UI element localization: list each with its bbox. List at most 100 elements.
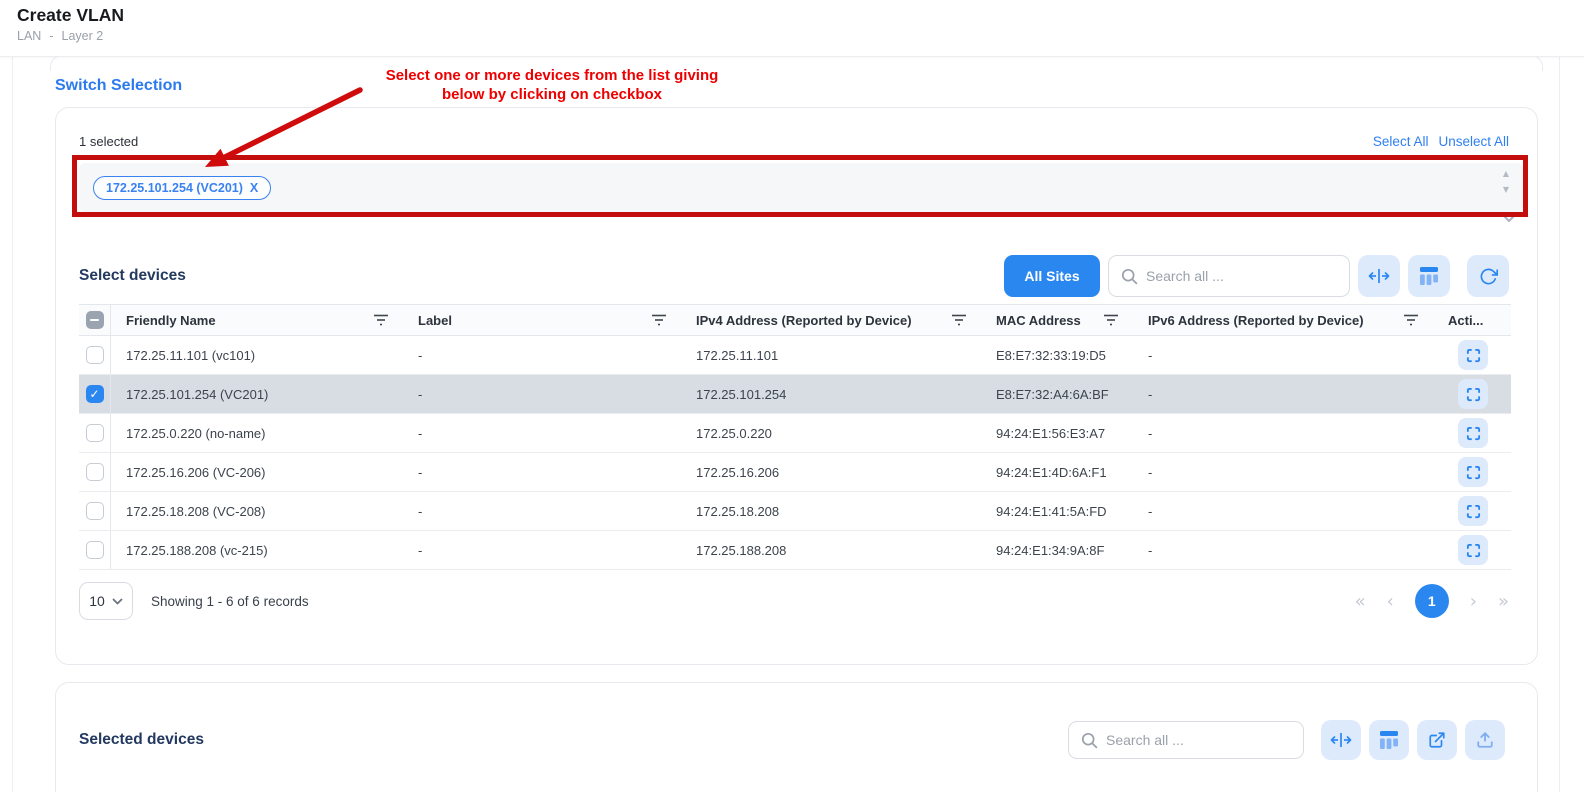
breadcrumb-item-lan[interactable]: LAN bbox=[17, 29, 41, 43]
table-row[interactable]: 172.25.18.208 (VC-208) - 172.25.18.208 9… bbox=[79, 492, 1511, 531]
chips-scroll-spinner[interactable]: ▲ ▼ bbox=[1503, 170, 1509, 194]
spinner-up-icon[interactable]: ▲ bbox=[1503, 170, 1509, 178]
selected-device-chip[interactable]: 172.25.101.254 (VC201) X bbox=[93, 176, 271, 200]
spinner-down-icon[interactable]: ▼ bbox=[1503, 186, 1509, 194]
label-cell: - bbox=[403, 504, 681, 519]
mac-cell: 94:24:E1:56:E3:A7 bbox=[981, 426, 1133, 441]
breadcrumb-separator: - bbox=[49, 29, 53, 43]
external-link-icon bbox=[1428, 731, 1446, 749]
resize-columns-button[interactable] bbox=[1358, 255, 1400, 297]
table-row[interactable]: 172.25.16.206 (VC-206) - 172.25.16.206 9… bbox=[79, 453, 1511, 492]
fullscreen-icon bbox=[1466, 465, 1481, 480]
ipv6-cell: - bbox=[1133, 465, 1433, 480]
columns-icon bbox=[1420, 267, 1438, 285]
annotation-text: Select one or more devices from the list… bbox=[322, 66, 782, 104]
current-page-badge[interactable]: 1 bbox=[1415, 584, 1449, 618]
all-sites-button[interactable]: All Sites bbox=[1004, 255, 1100, 297]
row-checkbox[interactable] bbox=[86, 346, 104, 364]
fullscreen-icon bbox=[1466, 348, 1481, 363]
resize-columns-icon bbox=[1368, 268, 1390, 284]
filter-icon[interactable] bbox=[1403, 313, 1419, 327]
column-header-mac[interactable]: MAC Address bbox=[981, 313, 1133, 328]
refresh-button[interactable] bbox=[1467, 255, 1509, 297]
search-icon bbox=[1121, 268, 1138, 285]
table-row[interactable]: ✓ 172.25.101.254 (VC201) - 172.25.101.25… bbox=[79, 375, 1511, 414]
filter-icon[interactable] bbox=[373, 313, 389, 327]
label-cell: - bbox=[403, 348, 681, 363]
fullscreen-icon bbox=[1466, 543, 1481, 558]
devices-table: Friendly Name Label IPv4 Address (Report… bbox=[79, 304, 1511, 570]
label-cell: - bbox=[403, 543, 681, 558]
filter-icon[interactable] bbox=[1103, 313, 1119, 327]
ipv6-cell: - bbox=[1133, 504, 1433, 519]
selected-devices-card: Selected devices bbox=[55, 682, 1538, 792]
row-checkbox[interactable] bbox=[86, 424, 104, 442]
chips-expand-chevron-icon[interactable] bbox=[1500, 212, 1518, 223]
friendly-name-cell: 172.25.18.208 (VC-208) bbox=[111, 504, 403, 519]
search-input[interactable] bbox=[1146, 268, 1337, 284]
table-row[interactable]: 172.25.0.220 (no-name) - 172.25.0.220 94… bbox=[79, 414, 1511, 453]
prev-page-button[interactable]: ‹ bbox=[1387, 591, 1394, 612]
expand-row-button[interactable] bbox=[1458, 496, 1488, 526]
table-header-row: Friendly Name Label IPv4 Address (Report… bbox=[79, 304, 1511, 336]
columns-settings-button[interactable] bbox=[1408, 255, 1450, 297]
expand-row-button[interactable] bbox=[1458, 418, 1488, 448]
ipv6-cell: - bbox=[1133, 348, 1433, 363]
ipv4-cell: 172.25.18.208 bbox=[681, 504, 981, 519]
friendly-name-cell: 172.25.11.101 (vc101) bbox=[111, 348, 403, 363]
column-header-ipv4[interactable]: IPv4 Address (Reported by Device) bbox=[681, 313, 981, 328]
expand-row-button[interactable] bbox=[1458, 535, 1488, 565]
last-page-button[interactable]: » bbox=[1498, 591, 1509, 612]
select-all-link[interactable]: Select All bbox=[1373, 134, 1429, 149]
switch-selection-heading: Switch Selection bbox=[55, 77, 182, 95]
mac-cell: 94:24:E1:41:5A:FD bbox=[981, 504, 1133, 519]
ipv6-cell: - bbox=[1133, 387, 1433, 402]
label-cell: - bbox=[403, 387, 681, 402]
fullscreen-icon bbox=[1466, 387, 1481, 402]
mac-cell: 94:24:E1:34:9A:8F bbox=[981, 543, 1133, 558]
row-checkbox[interactable] bbox=[86, 502, 104, 520]
mac-cell: 94:24:E1:4D:6A:F1 bbox=[981, 465, 1133, 480]
chip-label: 172.25.101.254 (VC201) bbox=[106, 181, 243, 195]
content-right-border bbox=[1559, 57, 1560, 792]
filter-icon[interactable] bbox=[651, 313, 667, 327]
device-search-box bbox=[1108, 255, 1350, 297]
expand-row-button[interactable] bbox=[1458, 340, 1488, 370]
row-checkbox[interactable] bbox=[86, 463, 104, 481]
label-cell: - bbox=[403, 465, 681, 480]
select-all-checkbox[interactable] bbox=[86, 311, 104, 329]
resize-columns-button[interactable] bbox=[1321, 720, 1361, 760]
first-page-button[interactable]: « bbox=[1355, 591, 1366, 612]
row-checkbox[interactable] bbox=[86, 541, 104, 559]
columns-icon bbox=[1380, 731, 1398, 749]
unselect-all-link[interactable]: Unselect All bbox=[1438, 134, 1509, 149]
open-external-button[interactable] bbox=[1417, 720, 1457, 760]
selected-count-label: 1 selected bbox=[79, 134, 138, 149]
chevron-down-icon bbox=[112, 598, 123, 605]
table-row[interactable]: 172.25.11.101 (vc101) - 172.25.11.101 E8… bbox=[79, 336, 1511, 375]
friendly-name-cell: 172.25.101.254 (VC201) bbox=[111, 387, 403, 402]
export-button[interactable] bbox=[1465, 720, 1505, 760]
ipv6-cell: - bbox=[1133, 543, 1433, 558]
switch-selection-card: 1 selected Select All Unselect All 172.2… bbox=[55, 107, 1538, 665]
ipv4-cell: 172.25.16.206 bbox=[681, 465, 981, 480]
ipv4-cell: 172.25.188.208 bbox=[681, 543, 981, 558]
filter-icon[interactable] bbox=[951, 313, 967, 327]
refresh-icon bbox=[1479, 267, 1498, 286]
table-row[interactable]: 172.25.188.208 (vc-215) - 172.25.188.208… bbox=[79, 531, 1511, 570]
page-size-select[interactable]: 10 bbox=[79, 582, 133, 620]
expand-row-button[interactable] bbox=[1458, 379, 1488, 409]
columns-settings-button[interactable] bbox=[1369, 720, 1409, 760]
mac-cell: E8:E7:32:33:19:D5 bbox=[981, 348, 1133, 363]
expand-row-button[interactable] bbox=[1458, 457, 1488, 487]
content-left-border bbox=[12, 57, 13, 792]
chip-remove-icon[interactable]: X bbox=[250, 181, 258, 195]
column-header-ipv6[interactable]: IPv6 Address (Reported by Device) bbox=[1133, 313, 1433, 328]
fullscreen-icon bbox=[1466, 504, 1481, 519]
search-input[interactable] bbox=[1106, 732, 1291, 748]
column-header-label[interactable]: Label bbox=[403, 313, 681, 328]
column-header-friendly-name[interactable]: Friendly Name bbox=[111, 313, 403, 328]
annotation-arrow bbox=[190, 82, 380, 177]
row-checkbox[interactable]: ✓ bbox=[86, 385, 104, 403]
next-page-button[interactable]: › bbox=[1470, 591, 1477, 612]
